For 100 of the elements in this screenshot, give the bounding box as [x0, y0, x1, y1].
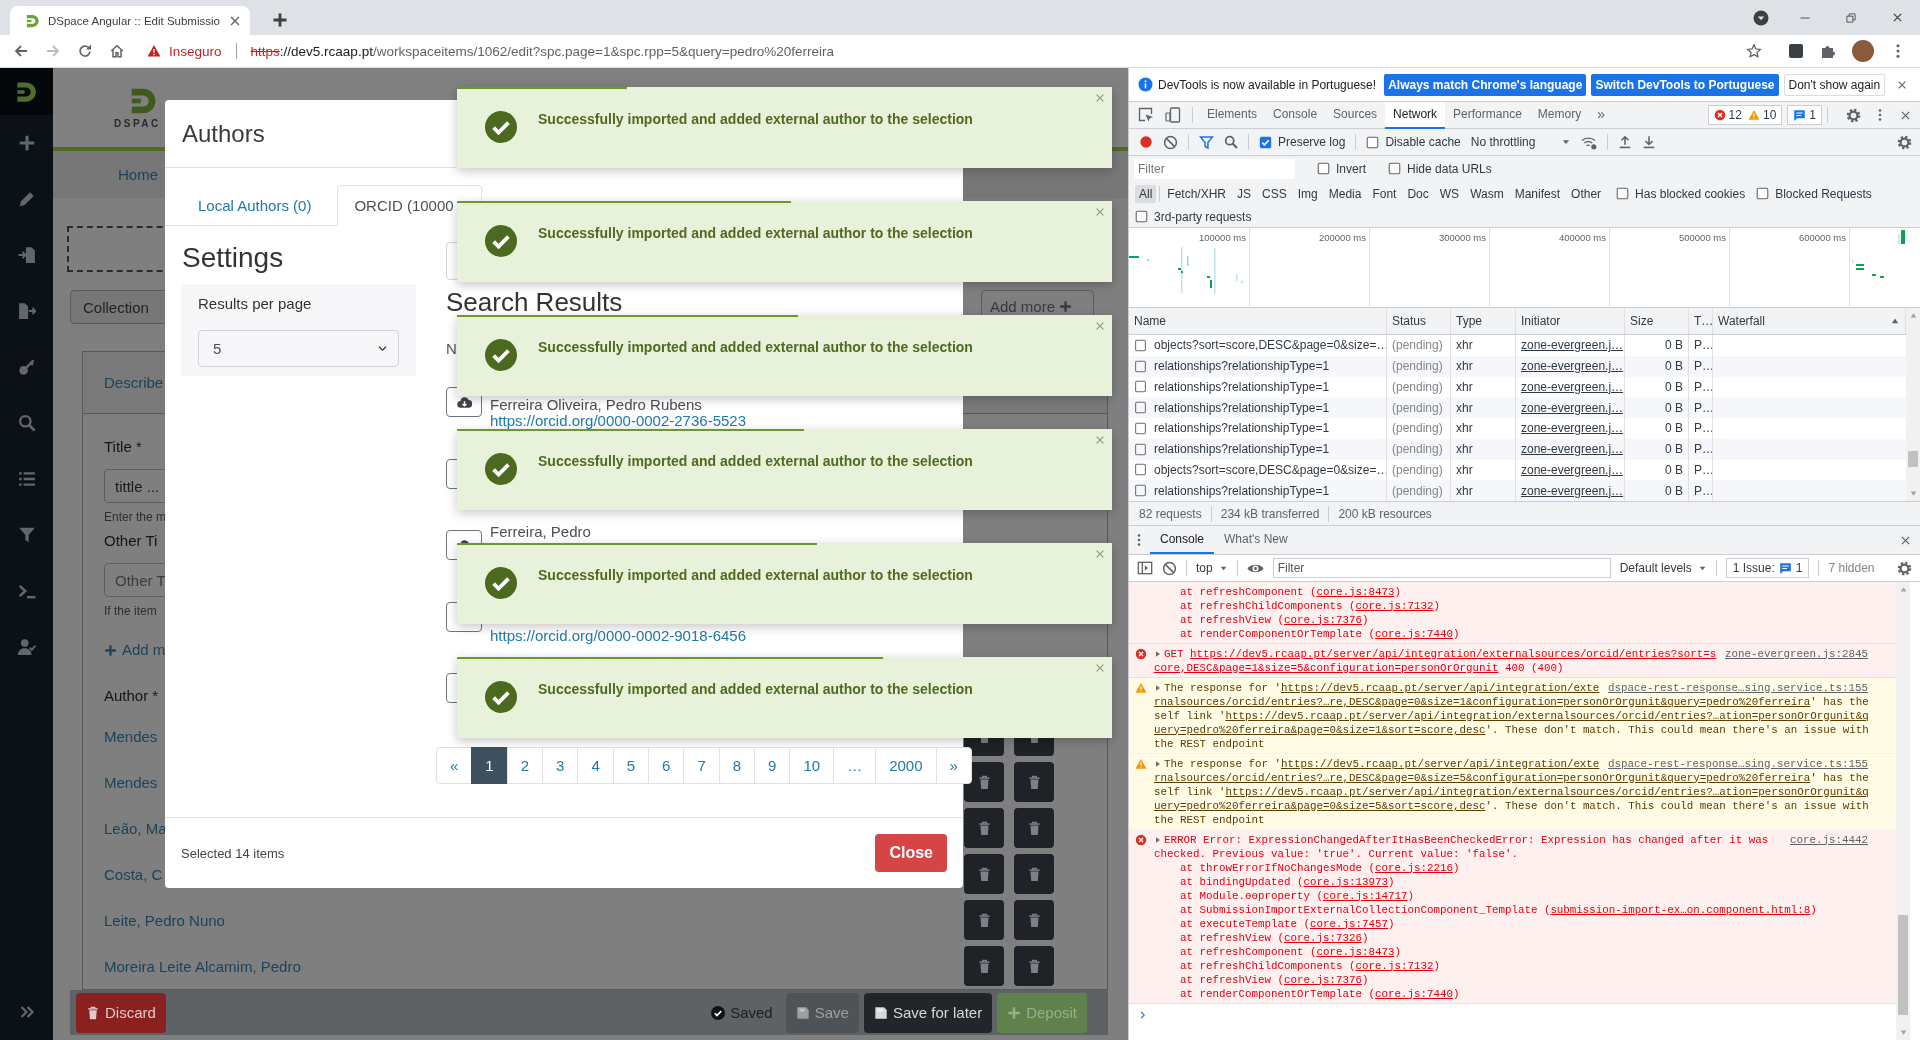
- panel-tab[interactable]: Console: [1265, 101, 1326, 129]
- orcid-link[interactable]: https://orcid.org/0000-0002-9018-6456: [490, 627, 746, 644]
- infobar-button[interactable]: Switch DevTools to Portuguese: [1591, 73, 1779, 96]
- console-link[interactable]: submission-import-ex…on.component.html:8: [1550, 902, 1811, 917]
- logo-icon[interactable]: [15, 80, 38, 103]
- console-link[interactable]: https://dev5.rcaap.pt/server/api/integration/exte: [1280, 756, 1600, 771]
- security-label[interactable]: Inseguro: [169, 43, 222, 59]
- type-filter-button[interactable]: Img: [1293, 184, 1322, 203]
- panel-tab[interactable]: Elements: [1199, 101, 1266, 129]
- filter-icon[interactable]: [17, 526, 36, 544]
- network-conditions-icon[interactable]: [1581, 134, 1598, 150]
- type-filter-button[interactable]: Doc: [1403, 184, 1433, 203]
- initiator-link[interactable]: zone-evergreen.j…: [1521, 462, 1624, 477]
- console-link[interactable]: core.js:7440: [1374, 626, 1453, 641]
- type-filter-button[interactable]: Manifest: [1510, 184, 1565, 203]
- scroll-up-icon[interactable]: [1908, 311, 1918, 320]
- upload-icon[interactable]: [1618, 135, 1633, 149]
- scrollbar-thumb[interactable]: [1898, 915, 1908, 1015]
- type-filter-button[interactable]: Fetch/XHR: [1163, 184, 1231, 203]
- home-icon[interactable]: [109, 43, 125, 59]
- more-tabs-button[interactable]: »: [1589, 101, 1613, 129]
- sidebar-toggle-icon[interactable]: [1137, 560, 1153, 576]
- context-dropdown[interactable]: top: [1196, 561, 1228, 575]
- drawer-tab[interactable]: Console: [1150, 526, 1215, 554]
- pencil-icon[interactable]: [17, 190, 36, 208]
- checkbox[interactable]: [1388, 162, 1401, 175]
- star-icon[interactable]: [1746, 43, 1762, 59]
- column-header[interactable]: Initiator: [1516, 308, 1625, 334]
- console-link[interactable]: https://dev5.rcaap.pt/server/api/integration/externalsources/orcid/entries?sort=s: [1190, 646, 1717, 661]
- issue-counter[interactable]: 12 10: [1707, 105, 1783, 125]
- type-filter-button[interactable]: All: [1135, 184, 1157, 203]
- extension-icon[interactable]: [1788, 43, 1804, 59]
- throttling-dropdown[interactable]: No throttling: [1470, 135, 1572, 149]
- type-filter-button[interactable]: JS: [1233, 184, 1256, 203]
- console-link[interactable]: core.js:14717: [1322, 888, 1408, 903]
- initiator-link[interactable]: zone-evergreen.j…: [1521, 400, 1624, 415]
- message-counter[interactable]: 1: [1787, 105, 1822, 125]
- filter-field[interactable]: Filter: [1134, 158, 1295, 179]
- checkbox[interactable]: [1366, 135, 1380, 149]
- levels-dropdown[interactable]: Default levels: [1619, 561, 1707, 575]
- double-chevron-icon[interactable]: [18, 1004, 35, 1020]
- initiator-link[interactable]: zone-evergreen.j…: [1521, 379, 1624, 394]
- inspect-icon[interactable]: [1138, 107, 1154, 123]
- plus-icon[interactable]: [17, 134, 36, 152]
- console-link[interactable]: rnalsources/orcid/entries?…re,DESC&page=0&size=1&configuration=personOrOrgunit&query=pedro%20ferreira: [1154, 694, 1811, 709]
- close-button[interactable]: Close: [875, 834, 947, 872]
- file-export-icon[interactable]: [17, 302, 36, 320]
- column-header[interactable]: Size: [1625, 308, 1689, 334]
- checkbox[interactable]: [1756, 187, 1770, 200]
- scroll-down-icon[interactable]: [1898, 1028, 1908, 1037]
- console-link[interactable]: https://dev5.rcaap.pt/server/api/integration/externalsources/orcid/entries?…ation=personOrOrgunit&q: [1225, 784, 1869, 799]
- column-header[interactable]: Status: [1387, 308, 1451, 334]
- page-link[interactable]: »: [935, 747, 972, 784]
- clear-icon[interactable]: [1162, 560, 1177, 576]
- new-tab-icon[interactable]: [272, 12, 288, 28]
- settings-icon[interactable]: [1897, 134, 1912, 150]
- scroll-up-icon[interactable]: [1898, 585, 1908, 594]
- file-import-icon[interactable]: [17, 246, 36, 264]
- back-icon[interactable]: [13, 43, 29, 59]
- initiator-link[interactable]: zone-evergreen.j…: [1521, 442, 1624, 457]
- profile-dropdown-icon[interactable]: [1753, 9, 1769, 26]
- download-icon[interactable]: [1642, 135, 1657, 149]
- source-link[interactable]: zone-evergreen.js:2845: [1725, 646, 1868, 661]
- scroll-down-icon[interactable]: [1908, 489, 1918, 498]
- console-link[interactable]: core.js:7376: [1283, 612, 1362, 627]
- console-link[interactable]: core.js:7132: [1355, 958, 1434, 973]
- console-link[interactable]: core.js:8473: [1316, 584, 1395, 599]
- panel-tab[interactable]: Sources: [1325, 101, 1386, 129]
- page-link[interactable]: 2000: [875, 747, 937, 784]
- tab[interactable]: Local Authors (0): [181, 185, 329, 226]
- checkbox[interactable]: [1135, 210, 1148, 223]
- user-check-icon[interactable]: [17, 638, 36, 656]
- console-link[interactable]: rnalsources/orcid/entries?…re,DESC&page=0&size=5&configuration=personOrOrgunit&query=pedro%20ferreira: [1154, 770, 1811, 785]
- scrollbar-thumb[interactable]: [1908, 451, 1918, 467]
- prompt-icon[interactable]: [1138, 1010, 1148, 1020]
- settings-icon[interactable]: [1846, 107, 1861, 123]
- console-link[interactable]: core.js:8473: [1316, 944, 1395, 959]
- puzzle-icon[interactable]: [1820, 43, 1836, 59]
- page-link[interactable]: 7: [683, 747, 720, 784]
- panel-tab[interactable]: Performance: [1445, 101, 1530, 129]
- page-link[interactable]: 4: [577, 747, 614, 784]
- browser-tab[interactable]: DSpace Angular :: Edit Submissio: [10, 6, 250, 35]
- initiator-link[interactable]: zone-evergreen.j…: [1521, 421, 1624, 436]
- filter-icon[interactable]: [1199, 134, 1214, 150]
- console-link[interactable]: core.js:2216: [1374, 860, 1453, 875]
- page-link[interactable]: 6: [648, 747, 685, 784]
- console-link[interactable]: core.js:7457: [1309, 916, 1388, 931]
- console-link[interactable]: https://dev5.rcaap.pt/server/api/integration/exte: [1280, 680, 1600, 695]
- device-icon[interactable]: [1165, 107, 1181, 123]
- panel-tab[interactable]: Memory: [1529, 101, 1590, 129]
- record-icon[interactable]: [1139, 135, 1153, 149]
- console-link[interactable]: core.js:13973: [1303, 874, 1388, 889]
- save-for-later-button[interactable]: Save for later: [863, 992, 993, 1033]
- reload-icon[interactable]: [77, 43, 93, 59]
- checkbox[interactable]: [1259, 135, 1272, 149]
- page-link[interactable]: 9: [754, 747, 791, 784]
- console-link[interactable]: uery=pedro%20ferreira&page=0&size=1&sort=score,desc: [1154, 722, 1486, 737]
- console-link[interactable]: uery=pedro%20ferreira&page=0&size=5&sort=score,desc: [1154, 798, 1486, 813]
- infobar-button[interactable]: Always match Chrome's language: [1384, 73, 1587, 96]
- drawer-tab[interactable]: What's New: [1214, 526, 1298, 554]
